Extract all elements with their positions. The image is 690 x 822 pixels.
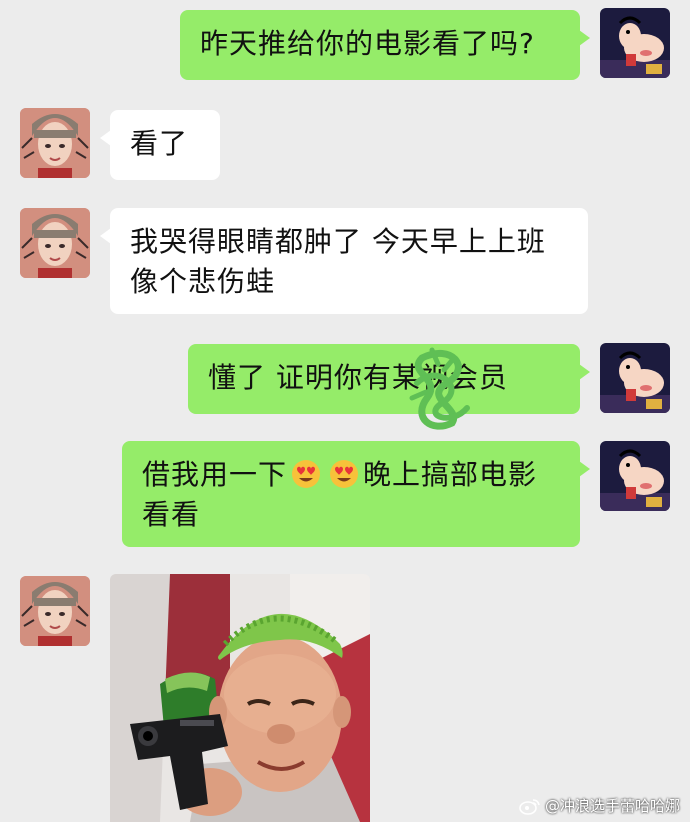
- message-text-line: 看看: [142, 498, 201, 531]
- friend-avatar[interactable]: [20, 108, 90, 178]
- heart-eyes-emoji-icon: [329, 459, 359, 489]
- message-text: 昨天推给你的电影看了吗?: [200, 27, 535, 60]
- my-avatar[interactable]: [600, 8, 670, 78]
- message-bubble-outgoing[interactable]: 懂了 证明你有某视会员: [188, 344, 590, 414]
- message-bubble-incoming[interactable]: 看了: [100, 110, 220, 180]
- image-message-meme[interactable]: [110, 574, 370, 822]
- message-bubble-incoming[interactable]: 我哭得眼睛都肿了 今天早上上班 像个悲伤蛙: [100, 208, 588, 314]
- heart-eyes-emoji-icon: [291, 459, 321, 489]
- message-text-line: 借我用一下 晚上搞部电影: [142, 455, 560, 495]
- message-text-line: 我哭得眼睛都肿了 今天早上上班: [130, 225, 546, 258]
- message-bubble-outgoing[interactable]: 借我用一下 晚上搞部电影 看看: [122, 441, 590, 547]
- friend-avatar[interactable]: [20, 576, 90, 646]
- my-avatar[interactable]: [600, 441, 670, 511]
- my-avatar[interactable]: [600, 343, 670, 413]
- weibo-watermark: @冲浪选手蕾哈哈娜: [519, 795, 680, 816]
- friend-avatar[interactable]: [20, 208, 90, 278]
- person-avatar-icon: [20, 576, 90, 646]
- cartoon-avatar-icon: [600, 8, 670, 78]
- cartoon-avatar-icon: [600, 343, 670, 413]
- watermark-text: @冲浪选手蕾哈哈娜: [544, 797, 680, 815]
- message-text: 懂了 证明你有某视会员: [208, 361, 508, 394]
- message-bubble-outgoing[interactable]: 昨天推给你的电影看了吗?: [180, 10, 590, 80]
- message-text-line: 像个悲伤蛙: [130, 265, 276, 298]
- person-avatar-icon: [20, 108, 90, 178]
- message-text: 借我用一下: [142, 458, 288, 491]
- message-text: 晚上搞部电影: [363, 458, 538, 491]
- weibo-icon: [519, 798, 540, 815]
- cartoon-avatar-icon: [600, 441, 670, 511]
- message-text: 看了: [130, 127, 189, 160]
- chat-window: 昨天推给你的电影看了吗? 看了 我哭得眼睛都肿了 今天早上上班 像个悲伤蛙 懂了…: [0, 0, 690, 822]
- meme-photo: [110, 574, 370, 822]
- person-avatar-icon: [20, 208, 90, 278]
